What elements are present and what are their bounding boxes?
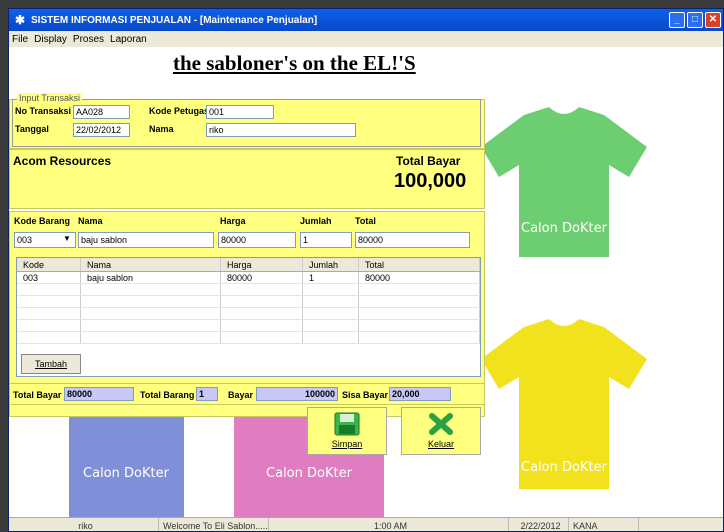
shirt-text-yellow: Calon DoKter xyxy=(521,460,608,475)
exit-x-icon xyxy=(429,413,453,435)
shirt-text-green: Calon DoKter xyxy=(521,221,608,236)
footer-panel: Total Bayar 80000 Total Barang 1 Bayar 1… xyxy=(9,383,485,405)
jumlah-field[interactable]: 1 xyxy=(300,232,352,248)
kode-barang-label: Kode Barang xyxy=(14,216,71,226)
menu-display[interactable]: Display xyxy=(34,34,67,45)
shirt-text-pink: Calon DoKter xyxy=(266,466,353,481)
tanggal-field[interactable]: 22/02/2012 xyxy=(73,123,130,137)
tanggal-label: Tanggal xyxy=(15,124,49,134)
input-transaksi-group: Input Transaksi No Transaksi AA028 Kode … xyxy=(12,93,481,147)
menu-proses[interactable]: Proses xyxy=(73,34,104,45)
footer-total-bayar-label: Total Bayar xyxy=(13,390,62,400)
footer-total-bayar-field[interactable]: 80000 xyxy=(64,387,134,401)
input-transaksi-legend: Input Transaksi xyxy=(17,93,83,103)
minimize-button[interactable]: _ xyxy=(669,12,685,28)
app-star-icon: ✱ xyxy=(14,13,26,27)
total-bayar-amount: 100,000 xyxy=(394,170,467,192)
nama-field[interactable]: riko xyxy=(206,123,356,137)
keluar-button[interactable]: Keluar xyxy=(401,407,481,455)
status-kana: KANA xyxy=(569,518,639,531)
empty-row[interactable] xyxy=(17,284,480,296)
window-title: SISTEM INFORMASI PENJUALAN - [Maintenanc… xyxy=(31,14,318,26)
col-nama[interactable]: Nama xyxy=(81,258,221,271)
sisa-bayar-label: Sisa Bayar xyxy=(342,390,389,400)
simpan-button[interactable]: Simpan xyxy=(307,407,387,455)
status-user: riko xyxy=(9,518,159,531)
jumlah-label: Jumlah xyxy=(300,216,332,226)
main-window: ✱ SISTEM INFORMASI PENJUALAN - [Maintena… xyxy=(8,8,724,532)
tambah-button[interactable]: Tambah xyxy=(21,354,81,374)
shirt-text-blue: Calon DoKter xyxy=(83,466,170,481)
menu-bar: File Display Proses Laporan xyxy=(9,31,723,47)
item-nama-label: Nama xyxy=(78,216,103,226)
harga-label: Harga xyxy=(220,216,246,226)
item-nama-field[interactable]: baju sablon xyxy=(78,232,214,248)
cell-kode: 003 xyxy=(17,272,81,283)
yellow-shirt-image: Calon DoKter xyxy=(481,319,647,489)
empty-row[interactable] xyxy=(17,332,480,344)
bayar-label: Bayar xyxy=(228,390,254,400)
col-kode[interactable]: Kode xyxy=(17,258,81,271)
kode-petugas-field[interactable]: 001 xyxy=(206,105,274,119)
col-total[interactable]: Total xyxy=(359,258,480,271)
simpan-label: Simpan xyxy=(331,439,363,449)
table-row[interactable]: 003 baju sablon 80000 1 80000 xyxy=(17,272,480,284)
restore-button[interactable]: □ xyxy=(687,12,703,28)
nama-label: Nama xyxy=(149,124,174,134)
total-label: Total xyxy=(355,216,376,226)
keluar-label: Keluar xyxy=(427,439,454,449)
empty-row[interactable] xyxy=(17,296,480,308)
blue-shirt-image: Calon DoKter xyxy=(69,407,184,517)
status-bar: riko Welcome To Eli Sablon..... 1:00 AM … xyxy=(9,517,723,531)
summary-panel: Acom Resources Total Bayar 100,000 xyxy=(9,149,485,209)
cell-nama: baju sablon xyxy=(81,272,221,283)
status-time: 1:00 AM xyxy=(269,518,509,531)
dropdown-arrow-icon[interactable]: ▼ xyxy=(63,234,71,243)
total-barang-label: Total Barang xyxy=(140,390,195,400)
no-transaksi-field[interactable]: AA028 xyxy=(73,105,130,119)
menu-laporan[interactable]: Laporan xyxy=(110,34,147,45)
status-message: Welcome To Eli Sablon..... xyxy=(159,518,269,531)
cell-total: 80000 xyxy=(359,272,480,283)
cell-jumlah: 1 xyxy=(303,272,359,283)
bayar-field[interactable]: 100000 xyxy=(256,387,338,401)
col-harga[interactable]: Harga xyxy=(221,258,303,271)
total-barang-field[interactable]: 1 xyxy=(196,387,218,401)
grid-header: Kode Nama Harga Jumlah Total xyxy=(17,258,480,272)
title-bar: ✱ SISTEM INFORMASI PENJUALAN - [Maintena… xyxy=(9,9,723,31)
cell-harga: 80000 xyxy=(221,272,303,283)
transaction-grid[interactable]: Kode Nama Harga Jumlah Total 003 baju sa… xyxy=(16,257,481,377)
save-disk-icon xyxy=(334,412,360,436)
green-shirt-image: Calon DoKter xyxy=(481,107,647,257)
empty-row[interactable] xyxy=(17,320,480,332)
sisa-bayar-field[interactable]: 20,000 xyxy=(389,387,451,401)
company-name: Acom Resources xyxy=(13,154,112,168)
menu-file[interactable]: File xyxy=(12,34,28,45)
total-field[interactable]: 80000 xyxy=(355,232,470,248)
status-date: 2/22/2012 xyxy=(509,518,569,531)
col-jumlah[interactable]: Jumlah xyxy=(303,258,359,271)
kode-petugas-label: Kode Petugas xyxy=(149,106,210,116)
empty-row[interactable] xyxy=(17,308,480,320)
total-bayar-heading: Total Bayar xyxy=(396,154,461,168)
close-button[interactable]: ✕ xyxy=(705,12,721,28)
banner-title: the sabloner's on the EL!'S xyxy=(173,51,416,75)
harga-field[interactable]: 80000 xyxy=(218,232,296,248)
client-area: Calon DoKter Calon DoKter Calon DoKter C… xyxy=(9,47,723,517)
no-transaksi-label: No Transaksi xyxy=(15,106,72,116)
